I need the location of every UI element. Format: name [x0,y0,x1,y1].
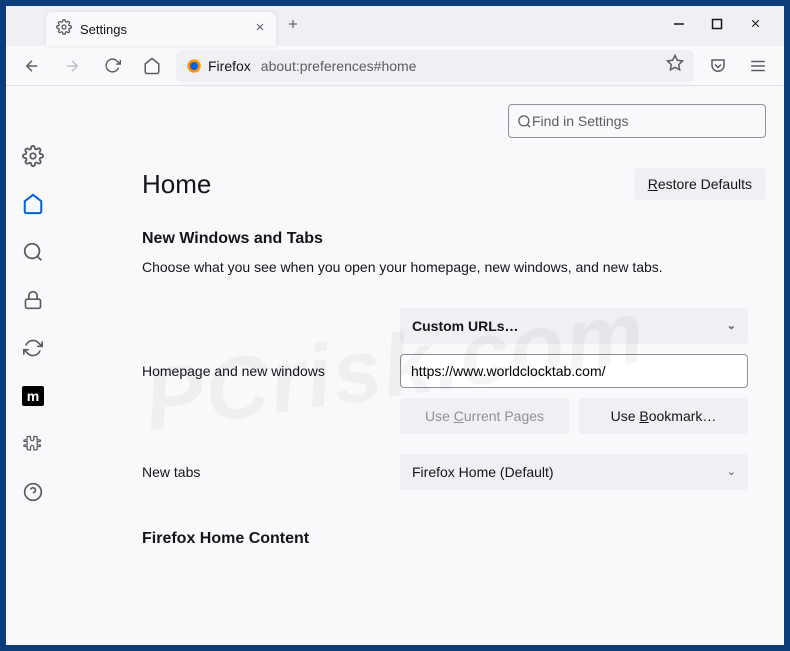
reload-button[interactable] [96,50,128,82]
bookmark-star-icon[interactable] [666,54,684,77]
homepage-row-label: Homepage and new windows [142,363,400,379]
content-area: PCrisk.com m Home Restore Defaults N [6,86,784,645]
restore-defaults-button[interactable]: Restore Defaults [634,168,766,200]
address-bar[interactable]: Firefox about:preferences#home [176,50,694,82]
tab-settings[interactable]: Settings [46,12,276,46]
nav-right [702,50,774,82]
sidebar-extensions-icon[interactable] [21,432,45,456]
newtabs-label: New tabs [142,464,400,480]
tab-title: Settings [80,22,254,37]
close-window-button[interactable] [748,17,762,35]
home-button[interactable] [136,50,168,82]
homepage-mode-select[interactable]: Custom URLs… ⌄ [400,308,748,344]
firefox-icon [186,58,202,74]
tab-bar: Settings [6,6,784,46]
chevron-down-icon: ⌄ [727,319,736,332]
homepage-mode-value: Custom URLs… [412,318,519,334]
search-icon [517,114,532,129]
minimize-button[interactable] [672,17,686,35]
close-icon[interactable] [254,20,266,38]
gear-icon [56,19,72,40]
section-new-windows-desc: Choose what you see when you open your h… [142,258,766,278]
url-identity: Firefox [208,58,251,74]
settings-main: Home Restore Defaults New Windows and Ta… [60,86,784,645]
browser-window: Settings Firefox about:preferences#home [6,6,784,645]
pocket-icon[interactable] [702,50,734,82]
use-bookmark-button[interactable]: Use Bookmark… [579,398,748,434]
maximize-button[interactable] [710,17,724,35]
section-home-content-title: Firefox Home Content [142,530,766,548]
newtabs-select[interactable]: Firefox Home (Default) ⌄ [400,454,748,490]
section-new-windows-title: New Windows and Tabs [142,230,766,248]
settings-search[interactable] [508,104,766,138]
search-input[interactable] [532,113,757,129]
homepage-url-input[interactable] [400,354,748,388]
sidebar-home-icon[interactable] [21,192,45,216]
window-controls [672,17,776,35]
url-address: about:preferences#home [261,58,417,74]
use-current-pages-button[interactable]: Use Current Pages [400,398,569,434]
settings-sidebar: m [6,86,60,645]
new-tab-button[interactable] [286,17,300,36]
sidebar-general-icon[interactable] [21,144,45,168]
forward-button[interactable] [56,50,88,82]
sidebar-privacy-icon[interactable] [21,288,45,312]
page-title: Home [142,169,211,200]
sidebar-search-icon[interactable] [21,240,45,264]
newtabs-value: Firefox Home (Default) [412,464,554,480]
menu-icon[interactable] [742,50,774,82]
sidebar-help-icon[interactable] [21,480,45,504]
chevron-down-icon: ⌄ [727,465,736,478]
sidebar-more-icon[interactable]: m [21,384,45,408]
navigation-bar: Firefox about:preferences#home [6,46,784,86]
back-button[interactable] [16,50,48,82]
sidebar-sync-icon[interactable] [21,336,45,360]
